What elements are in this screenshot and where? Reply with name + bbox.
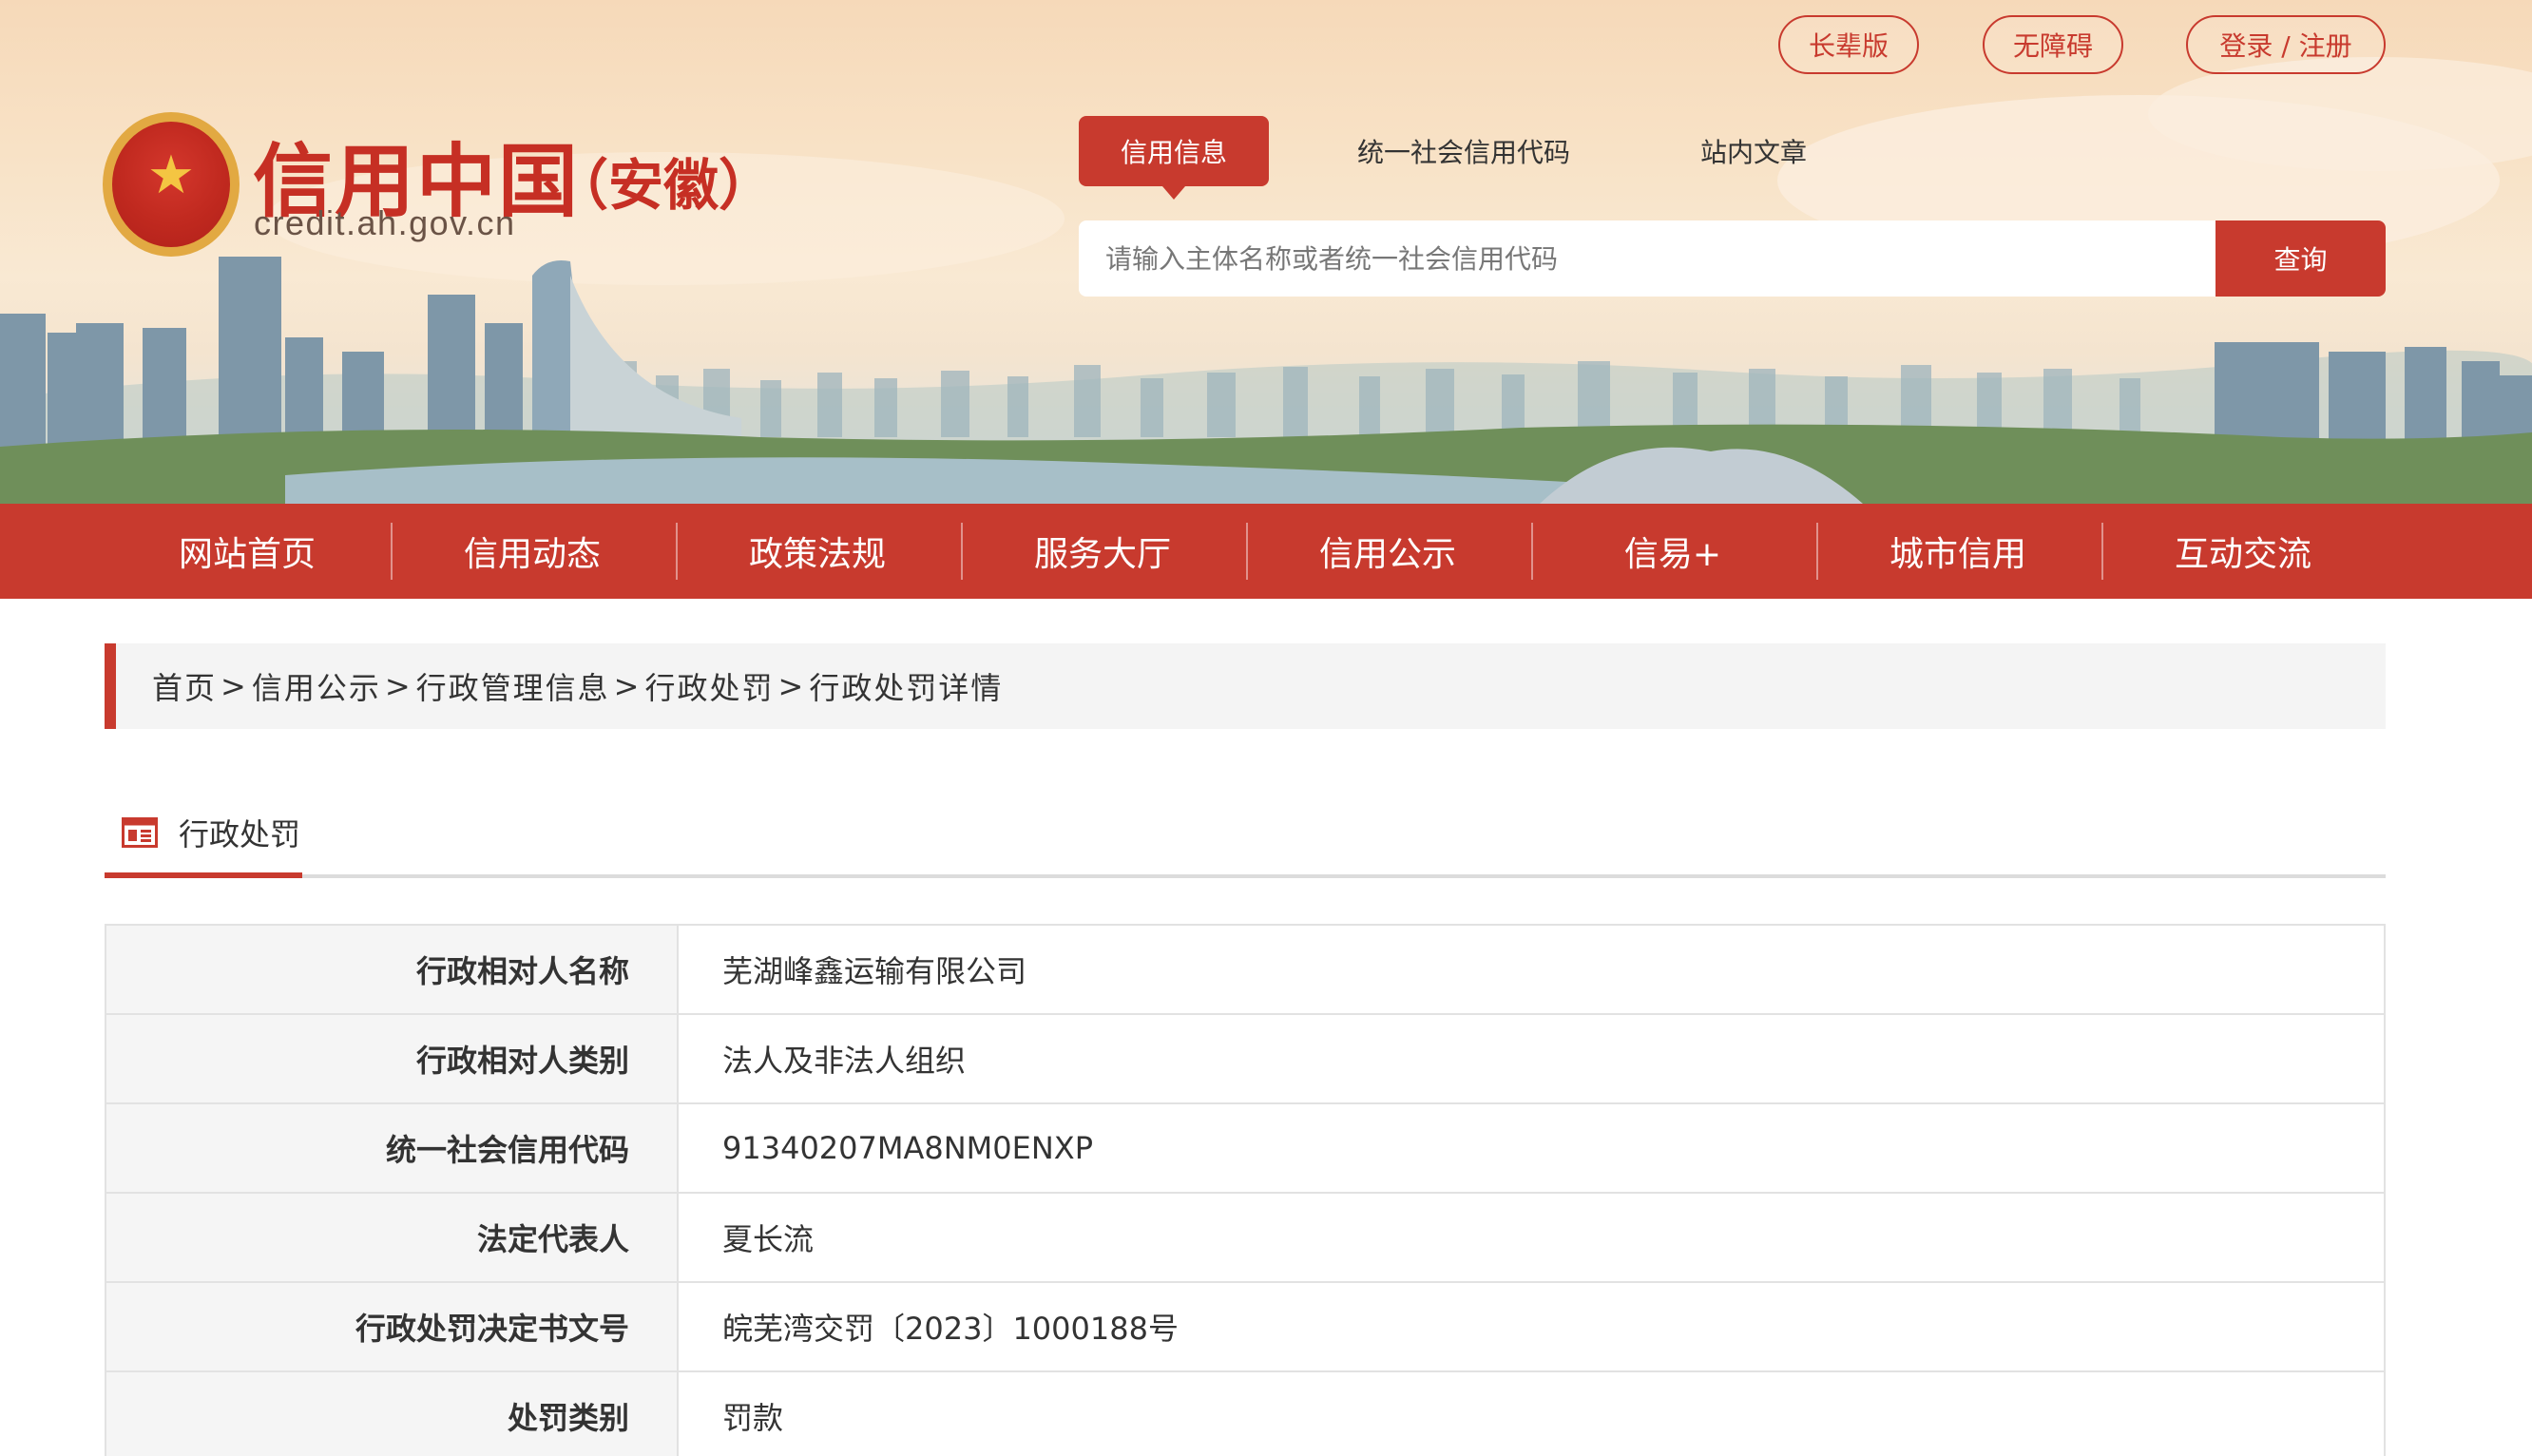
row-label: 处罚类别 xyxy=(106,1372,679,1456)
search-button[interactable]: 查询 xyxy=(2216,220,2386,297)
penalty-detail-table: 行政相对人名称 芜湖峰鑫运输有限公司 行政相对人类别 法人及非法人组织 统一社会… xyxy=(105,924,2386,1456)
breadcrumb-home[interactable]: 首页 xyxy=(152,664,217,708)
table-row: 行政相对人类别 法人及非法人组织 xyxy=(106,1015,2384,1104)
row-value: 芜湖峰鑫运输有限公司 xyxy=(722,953,1027,989)
nav-item-credit-news[interactable]: 信用动态 xyxy=(390,504,675,599)
row-value: 夏长流 xyxy=(722,1221,815,1257)
row-value: 法人及非法人组织 xyxy=(722,1043,967,1079)
breadcrumb-credit-publicity[interactable]: 信用公示 xyxy=(252,664,381,708)
nav-item-xinyi-plus[interactable]: 信易+ xyxy=(1530,504,1815,599)
site-url: credit.ah.gov.cn xyxy=(254,203,516,242)
login-register-button[interactable]: 登录 / 注册 xyxy=(2186,15,2386,74)
nav-item-credit-publicity[interactable]: 信用公示 xyxy=(1245,504,1530,599)
main-nav: 网站首页 信用动态 政策法规 服务大厅 信用公示 信易+ 城市信用 互动交流 xyxy=(0,504,2532,599)
tab-credit-code[interactable]: 统一社会信用代码 xyxy=(1331,116,1597,186)
row-value: 91340207MA8NM0ENXP xyxy=(722,1130,1094,1166)
section-title: 行政处罚 xyxy=(179,816,301,853)
nav-item-service-hall[interactable]: 服务大厅 xyxy=(960,504,1245,599)
section-tab-admin-penalty[interactable]: 行政处罚 xyxy=(105,789,317,876)
national-emblem-logo: ★ xyxy=(103,112,240,257)
document-list-icon xyxy=(122,817,158,848)
breadcrumb-separator: > xyxy=(777,668,806,704)
section-active-indicator xyxy=(105,872,302,878)
table-row: 法定代表人 夏长流 xyxy=(106,1194,2384,1283)
table-row: 处罚类别 罚款 xyxy=(106,1372,2384,1456)
table-row: 统一社会信用代码 91340207MA8NM0ENXP xyxy=(106,1104,2384,1194)
breadcrumb-separator: > xyxy=(384,668,412,704)
row-label: 行政相对人名称 xyxy=(106,926,679,1013)
tab-credit-info[interactable]: 信用信息 xyxy=(1079,116,1269,200)
row-label: 法定代表人 xyxy=(106,1194,679,1281)
nav-item-home[interactable]: 网站首页 xyxy=(105,504,390,599)
breadcrumb-penalty-detail: 行政处罚详情 xyxy=(809,670,1004,706)
breadcrumb-separator: > xyxy=(613,668,642,704)
star-icon: ★ xyxy=(146,144,196,206)
row-value: 罚款 xyxy=(722,1400,784,1436)
row-label: 统一社会信用代码 xyxy=(106,1104,679,1192)
breadcrumb-admin-penalty[interactable]: 行政处罚 xyxy=(644,664,774,708)
breadcrumb-separator: > xyxy=(221,668,248,704)
accessibility-button[interactable]: 无障碍 xyxy=(1983,15,2123,74)
header-banner: ★ 信用中国 （安徽） credit.ah.gov.cn 长辈版 无障碍 登录 … xyxy=(0,0,2532,504)
table-row: 行政相对人名称 芜湖峰鑫运输有限公司 xyxy=(106,926,2384,1015)
nav-item-policies[interactable]: 政策法规 xyxy=(675,504,960,599)
tab-site-articles[interactable]: 站内文章 xyxy=(1668,116,1839,186)
nav-item-interaction[interactable]: 互动交流 xyxy=(2100,504,2386,599)
breadcrumb: 首页 > 信用公示 > 行政管理信息 > 行政处罚 > 行政处罚详情 xyxy=(105,643,2386,729)
breadcrumb-admin-info[interactable]: 行政管理信息 xyxy=(416,664,610,708)
row-label: 行政相对人类别 xyxy=(106,1015,679,1102)
search-input[interactable] xyxy=(1079,220,2216,297)
site-subtitle: （安徽） xyxy=(553,153,775,218)
nav-item-city-credit[interactable]: 城市信用 xyxy=(1815,504,2100,599)
elder-mode-button[interactable]: 长辈版 xyxy=(1778,15,1919,74)
row-value: 皖芜湾交罚〔2023〕1000188号 xyxy=(722,1311,1179,1347)
table-row: 行政处罚决定书文号 皖芜湾交罚〔2023〕1000188号 xyxy=(106,1283,2384,1372)
row-label: 行政处罚决定书文号 xyxy=(106,1283,679,1370)
section-divider xyxy=(105,874,2386,878)
